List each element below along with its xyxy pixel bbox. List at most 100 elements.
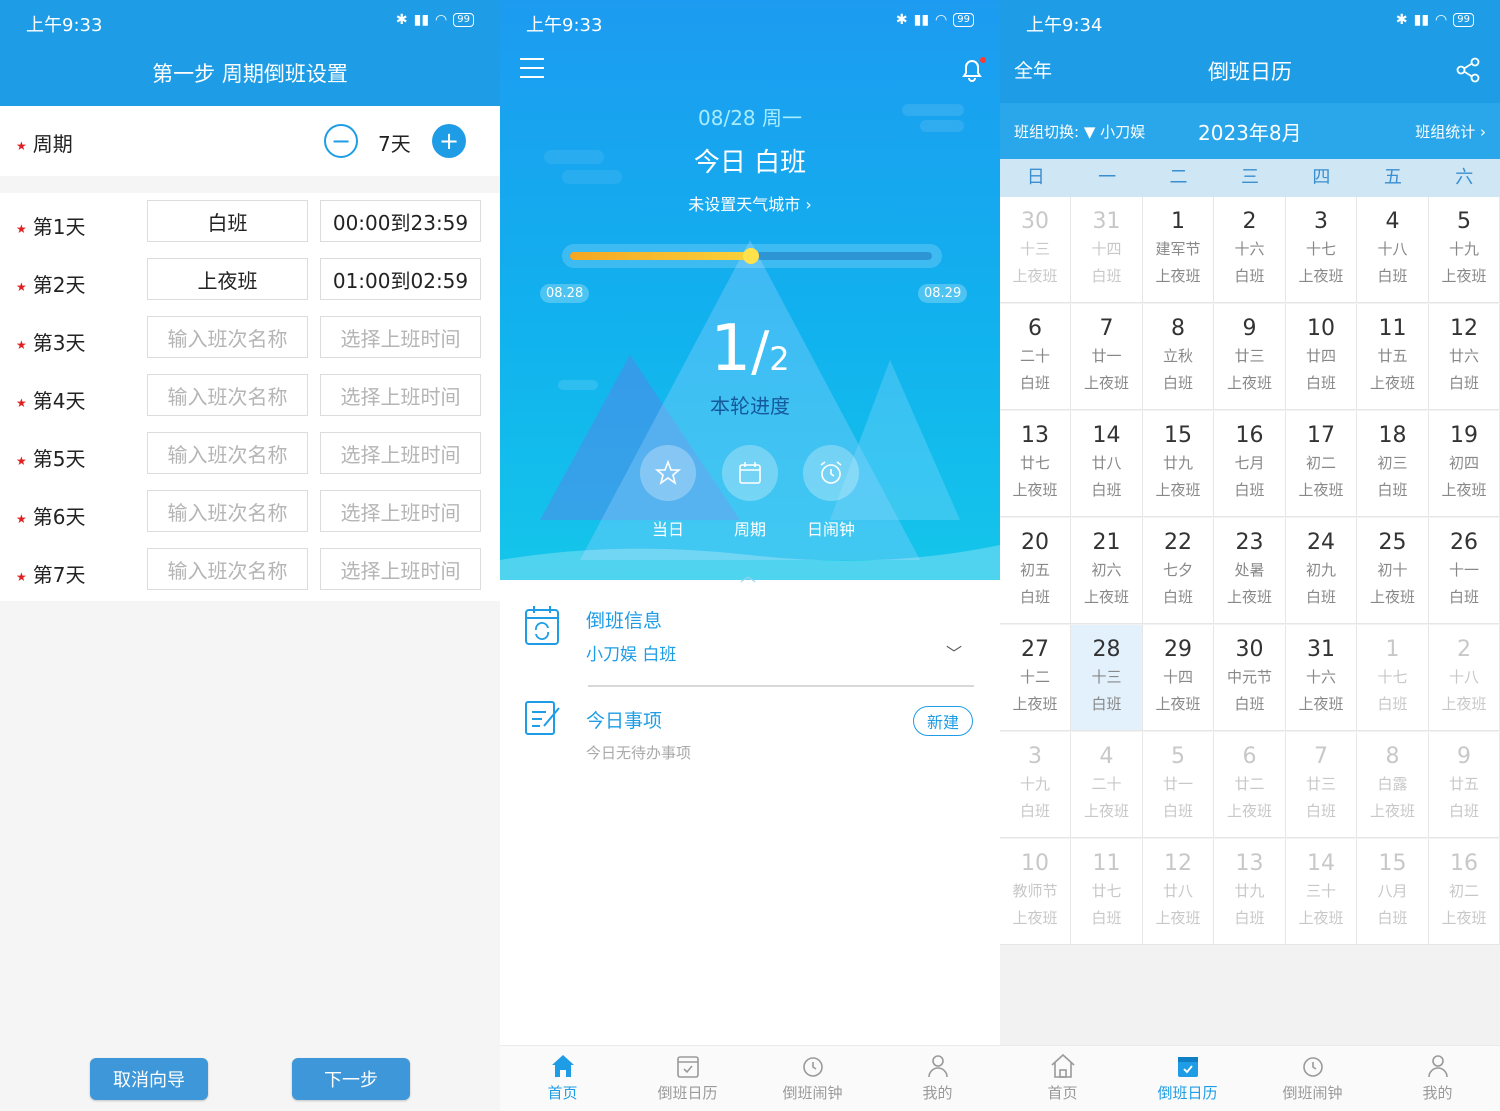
shift-time-picker[interactable]: 01:00到02:59 <box>320 258 481 300</box>
day-number: 20 <box>1021 530 1049 555</box>
calendar-day[interactable]: 27 十二 上夜班 <box>1000 625 1071 731</box>
weather-city-link[interactable]: 未设置天气城市 › <box>500 191 1000 215</box>
calendar-day[interactable]: 24 初九 白班 <box>1286 518 1357 624</box>
cancel-wizard-button[interactable]: 取消向导 <box>90 1058 208 1100</box>
shift-time-picker[interactable]: 00:00到23:59 <box>320 200 481 242</box>
day-number: 3 <box>1314 209 1328 234</box>
shift-name-input[interactable]: 输入班次名称 <box>147 316 308 358</box>
calendar-day[interactable]: 6 二十 白班 <box>1000 304 1071 410</box>
group-stats-link[interactable]: 班组统计 › <box>1415 121 1486 142</box>
group-switch-dropdown[interactable]: 班组切换: ▼ 小刀娱 <box>1014 121 1145 142</box>
today-button[interactable] <box>640 445 696 501</box>
calendar-day[interactable]: 16 初二 上夜班 <box>1429 839 1500 945</box>
shift-type: 上夜班 <box>1155 695 1201 713</box>
calendar-day[interactable]: 30 十三 上夜班 <box>1000 197 1071 303</box>
cycle-button[interactable] <box>722 445 778 501</box>
calendar-day-today[interactable]: 28 十三 白班 <box>1071 625 1143 731</box>
cycle-label-text: 周期 <box>32 132 73 156</box>
calendar-day[interactable]: 9 廿三 上夜班 <box>1214 304 1286 410</box>
calendar-day[interactable]: 11 廿五 上夜班 <box>1357 304 1429 410</box>
nav-me[interactable]: 我的 <box>1375 1046 1500 1111</box>
calendar-day[interactable]: 4 十八 白班 <box>1357 197 1429 303</box>
calendar-day[interactable]: 2 十六 白班 <box>1214 197 1286 303</box>
next-step-button[interactable]: 下一步 <box>292 1058 410 1100</box>
calendar-day[interactable]: 9 廿五 白班 <box>1429 732 1500 838</box>
calendar-day[interactable]: 12 廿六 白班 <box>1429 304 1500 410</box>
shift-type: 白班 <box>1377 695 1408 713</box>
calendar-day[interactable]: 16 七月 白班 <box>1214 411 1286 517</box>
shift-name-input[interactable]: 输入班次名称 <box>147 548 308 590</box>
day-row: ★ 第2天 上夜班 01:00到02:59 <box>0 251 500 309</box>
shift-time-picker[interactable]: 选择上班时间 <box>320 490 481 532</box>
decrease-cycle-button[interactable]: − <box>324 124 358 158</box>
shift-type: 上夜班 <box>1012 481 1058 499</box>
shift-time-picker[interactable]: 选择上班时间 <box>320 548 481 590</box>
shift-name-input[interactable]: 白班 <box>147 200 308 242</box>
calendar-day[interactable]: 6 廿二 上夜班 <box>1214 732 1286 838</box>
shift-time-picker[interactable]: 选择上班时间 <box>320 432 481 474</box>
calendar-day[interactable]: 8 立秋 白班 <box>1143 304 1214 410</box>
nav-home[interactable]: 首页 <box>500 1046 625 1111</box>
lunar-date: 廿五 <box>1377 347 1408 365</box>
required-icon: ★ <box>16 395 27 410</box>
calendar-day[interactable]: 7 廿三 白班 <box>1286 732 1357 838</box>
share-icon[interactable] <box>1454 56 1482 84</box>
wifi-icon: ◠ <box>1435 12 1448 28</box>
wifi-icon: ◠ <box>935 12 948 28</box>
nav-shift-alarm[interactable]: 倒班闹钟 <box>750 1046 875 1111</box>
bell-icon[interactable] <box>958 56 986 84</box>
menu-icon[interactable] <box>520 58 544 78</box>
lunar-date: 初四 <box>1448 454 1479 472</box>
shift-time-picker[interactable]: 选择上班时间 <box>320 374 481 416</box>
nav-me[interactable]: 我的 <box>875 1046 1000 1111</box>
calendar-day[interactable]: 15 廿九 上夜班 <box>1143 411 1214 517</box>
calendar-day[interactable]: 1 建军节 上夜班 <box>1143 197 1214 303</box>
calendar-day[interactable]: 1 十七 白班 <box>1357 625 1429 731</box>
calendar-day[interactable]: 10 教师节 上夜班 <box>1000 839 1071 945</box>
calendar-day[interactable]: 29 十四 上夜班 <box>1143 625 1214 731</box>
calendar-day[interactable]: 8 白露 上夜班 <box>1357 732 1429 838</box>
nav-shift-calendar[interactable]: 倒班日历 <box>1125 1046 1250 1111</box>
calendar-day[interactable]: 3 十七 上夜班 <box>1286 197 1357 303</box>
expand-chevron-icon[interactable]: ﹀ <box>946 640 962 664</box>
new-todo-button[interactable]: 新建 <box>913 706 973 736</box>
calendar-day[interactable]: 31 十四 白班 <box>1071 197 1143 303</box>
calendar-day[interactable]: 13 廿九 白班 <box>1214 839 1286 945</box>
nav-home[interactable]: 首页 <box>1000 1046 1125 1111</box>
shift-name-input[interactable]: 上夜班 <box>147 258 308 300</box>
shift-time-picker[interactable]: 选择上班时间 <box>320 316 481 358</box>
calendar-day[interactable]: 5 十九 上夜班 <box>1429 197 1500 303</box>
calendar-day[interactable]: 23 处暑 上夜班 <box>1214 518 1286 624</box>
increase-cycle-button[interactable]: + <box>432 124 466 158</box>
calendar-day[interactable]: 4 二十 上夜班 <box>1071 732 1143 838</box>
shift-name-input[interactable]: 输入班次名称 <box>147 432 308 474</box>
calendar-day[interactable]: 21 初六 上夜班 <box>1071 518 1143 624</box>
calendar-day[interactable]: 14 廿八 白班 <box>1071 411 1143 517</box>
calendar-day[interactable]: 19 初四 上夜班 <box>1429 411 1500 517</box>
calendar-day[interactable]: 2 十八 上夜班 <box>1429 625 1500 731</box>
calendar-day[interactable]: 31 十六 上夜班 <box>1286 625 1357 731</box>
calendar-day[interactable]: 25 初十 上夜班 <box>1357 518 1429 624</box>
shift-name-input[interactable]: 输入班次名称 <box>147 490 308 532</box>
calendar-day[interactable]: 22 七夕 白班 <box>1143 518 1214 624</box>
calendar-day[interactable]: 18 初三 白班 <box>1357 411 1429 517</box>
calendar-day[interactable]: 10 廿四 白班 <box>1286 304 1357 410</box>
calendar-day[interactable]: 30 中元节 白班 <box>1214 625 1286 731</box>
day-alarm-button[interactable] <box>803 445 859 501</box>
calendar-day[interactable]: 11 廿七 白班 <box>1071 839 1143 945</box>
calendar-day[interactable]: 20 初五 白班 <box>1000 518 1071 624</box>
calendar-day[interactable]: 3 十九 白班 <box>1000 732 1071 838</box>
day-number: 30 <box>1021 209 1049 234</box>
nav-shift-alarm[interactable]: 倒班闹钟 <box>1250 1046 1375 1111</box>
calendar-day[interactable]: 12 廿八 上夜班 <box>1143 839 1214 945</box>
collapse-chevron-icon[interactable]: ︿ <box>740 562 756 586</box>
calendar-day[interactable]: 7 廿一 上夜班 <box>1071 304 1143 410</box>
calendar-day[interactable]: 15 八月 白班 <box>1357 839 1429 945</box>
calendar-day[interactable]: 26 十一 白班 <box>1429 518 1500 624</box>
shift-name-input[interactable]: 输入班次名称 <box>147 374 308 416</box>
calendar-day[interactable]: 17 初二 上夜班 <box>1286 411 1357 517</box>
calendar-day[interactable]: 5 廿一 白班 <box>1143 732 1214 838</box>
calendar-day[interactable]: 14 三十 上夜班 <box>1286 839 1357 945</box>
calendar-day[interactable]: 13 廿七 上夜班 <box>1000 411 1071 517</box>
nav-shift-calendar[interactable]: 倒班日历 <box>625 1046 750 1111</box>
